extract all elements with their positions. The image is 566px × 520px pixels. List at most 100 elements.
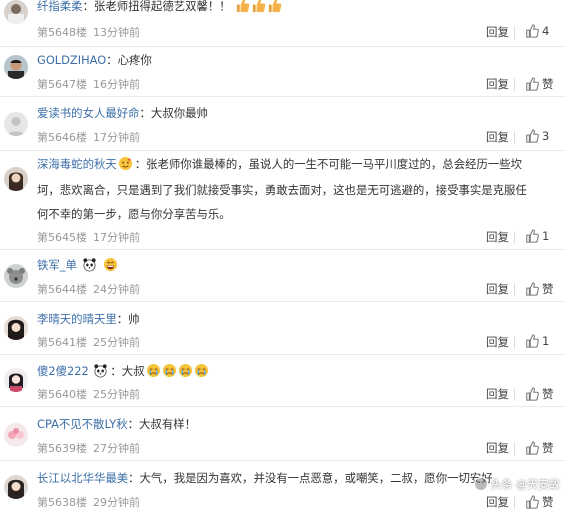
cry-face-icon (162, 363, 177, 378)
avatar[interactable] (4, 0, 28, 24)
thumbs-up-icon (526, 229, 539, 243)
avatar[interactable] (4, 167, 28, 191)
comment-item: 李晴天的晴天里：帅 第5641楼 25分钟前 回复 1 (0, 302, 566, 355)
timestamp: 29分钟前 (93, 496, 140, 509)
timestamp: 25分钟前 (93, 336, 140, 349)
like-button[interactable]: 1 (525, 229, 549, 243)
thumbs-up-icon (526, 334, 539, 348)
timestamp: 27分钟前 (93, 442, 140, 455)
floor-number: 第5641楼 (37, 336, 87, 349)
thumbs-up-icon (526, 387, 539, 401)
divider (514, 283, 515, 296)
panda-icon (93, 363, 108, 378)
like-count: 赞 (542, 387, 554, 401)
watermark: 头条 @天安故 (473, 476, 561, 492)
reply-button[interactable]: 回复 (486, 24, 509, 40)
reply-button[interactable]: 回复 (486, 386, 509, 402)
like-count: 赞 (542, 495, 554, 509)
comment-text: ：心疼你 (106, 53, 152, 67)
timestamp: 24分钟前 (93, 283, 140, 296)
grin-face-icon (103, 257, 118, 272)
avatar[interactable] (4, 112, 28, 136)
like-button[interactable]: 赞 (525, 76, 554, 92)
thumbs-up-icon (267, 0, 282, 13)
like-button[interactable]: 4 (525, 24, 549, 38)
avatar[interactable] (4, 264, 28, 288)
comment-text-continued: 何不幸的第一步，愿与你分享苦与乐。 (37, 207, 231, 221)
divider (514, 231, 515, 244)
like-count: 赞 (542, 441, 554, 455)
sparkle-face-icon (118, 156, 133, 171)
thumbs-up-icon (526, 24, 539, 38)
cry-face-icon (146, 363, 161, 378)
reply-button[interactable]: 回复 (486, 494, 509, 510)
username[interactable]: 爱读书的女人最好命 (37, 106, 140, 120)
floor-number: 第5647楼 (37, 78, 87, 91)
timestamp: 13分钟前 (93, 26, 140, 39)
username[interactable]: 铁军_单 (37, 258, 77, 272)
comment-item: GOLDZIHAO：心疼你 第5647楼 16分钟前 回复 赞 (0, 47, 566, 97)
comment-item: CPA不见不散LY秋：大叔有样！ 第5639楼 27分钟前 回复 赞 (0, 407, 566, 461)
username[interactable]: 长江以北华华最美 (37, 471, 128, 485)
comment-text: ：大叔有样！ (127, 417, 196, 431)
divider (514, 336, 515, 349)
reply-button[interactable]: 回复 (486, 281, 509, 297)
avatar[interactable] (4, 368, 28, 392)
reply-button[interactable]: 回复 (486, 229, 509, 245)
comment-text: ：大叔你最帅 (139, 106, 208, 120)
reply-button[interactable]: 回复 (486, 440, 509, 456)
avatar[interactable] (4, 316, 28, 340)
floor-number: 第5640楼 (37, 388, 87, 401)
username[interactable]: 李晴天的晴天里 (37, 312, 117, 326)
comment-text: ：大气，我是因为喜欢，并没有一点恶意，或嘲笑，二叔，愿你一切安好 (128, 471, 493, 485)
toutiao-logo-icon (473, 477, 488, 491)
thumbs-up-icon (526, 495, 539, 509)
divider (514, 388, 515, 401)
avatar[interactable] (4, 423, 28, 447)
like-button[interactable]: 赞 (525, 281, 554, 297)
comment-item: 傻2傻222 ：大叔 第5640楼 25分钟前 回复 赞 (0, 355, 566, 407)
avatar[interactable] (4, 55, 28, 79)
comment-text: ：张老师你谁最棒的，虽说人的一生不可能一马平川度过的，总会经历一些坎 (134, 157, 523, 171)
like-button[interactable]: 赞 (525, 494, 554, 510)
thumbs-up-icon (526, 282, 539, 296)
comment-item: 铁军_单 第5644楼 24分钟前 回复 赞 (0, 250, 566, 302)
thumbs-up-icon (526, 129, 539, 143)
reply-button[interactable]: 回复 (486, 129, 509, 145)
username[interactable]: 深海毒蛇的秋天 (37, 157, 117, 171)
like-button[interactable]: 3 (525, 129, 549, 143)
comment-item: 纤指柔柔：张老师扭得起德艺双馨！！ 第5648楼 13分钟前 回复 4 (0, 0, 566, 47)
divider (514, 131, 515, 144)
comment-text: ：大叔 (110, 364, 145, 378)
comment-text-continued: 坷，悲欢离合，只是遇到了我们就接受事实，勇敢去面对，这也是无可逃避的，接受事实是… (37, 183, 527, 197)
floor-number: 第5639楼 (37, 442, 87, 455)
timestamp: 25分钟前 (93, 388, 140, 401)
username[interactable]: GOLDZIHAO (37, 53, 106, 67)
floor-number: 第5638楼 (37, 496, 87, 509)
comment-item: 深海毒蛇的秋天 ：张老师你谁最棒的，虽说人的一生不可能一马平川度过的，总会经历一些… (0, 151, 566, 250)
like-count: 1 (542, 229, 550, 243)
like-count: 赞 (542, 77, 554, 91)
like-count: 1 (542, 334, 550, 348)
divider (514, 26, 515, 39)
like-count: 赞 (542, 282, 554, 296)
username[interactable]: CPA不见不散LY秋 (37, 417, 128, 431)
divider (514, 496, 515, 509)
like-button[interactable]: 赞 (525, 386, 554, 402)
like-button[interactable]: 1 (525, 334, 549, 348)
like-button[interactable]: 赞 (525, 440, 554, 456)
reply-button[interactable]: 回复 (486, 76, 509, 92)
cry-face-icon (194, 363, 209, 378)
username[interactable]: 纤指柔柔 (37, 0, 83, 13)
timestamp: 17分钟前 (93, 231, 140, 244)
comment-text: ：帅 (116, 312, 140, 326)
avatar[interactable] (4, 475, 28, 499)
panda-icon (82, 257, 97, 272)
reply-button[interactable]: 回复 (486, 334, 509, 350)
thumbs-up-icon (251, 0, 266, 13)
username[interactable]: 傻2傻222 (37, 364, 89, 378)
thumbs-up-icon (235, 0, 250, 13)
thumbs-up-icon (526, 441, 539, 455)
divider (514, 78, 515, 91)
watermark-text: 头条 @天安故 (490, 478, 561, 491)
